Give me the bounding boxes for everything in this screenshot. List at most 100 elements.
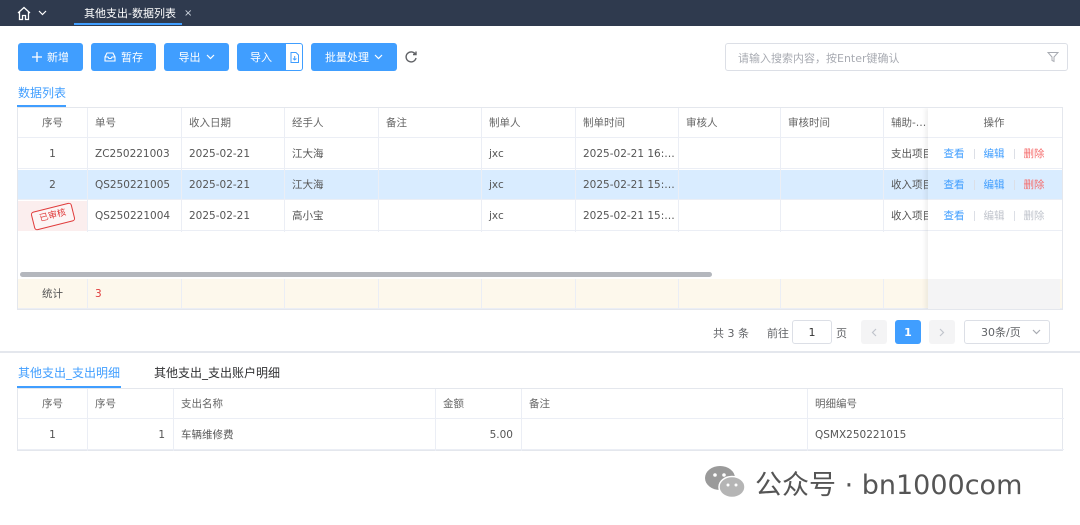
cell-no: ZC250221003 <box>95 148 170 160</box>
summary-count: 3 <box>95 288 102 300</box>
tab-label: 其他支出-数据列表 <box>84 7 176 20</box>
home-icon[interactable] <box>16 6 32 21</box>
detail-table: 序号 序号 支出名称 金额 备注 明细编号 1 1 车辆维修费 5.00 QSM… <box>17 389 1064 451</box>
tab-data-list[interactable]: 数据列表 <box>18 84 66 101</box>
tab-expense-account-detail[interactable]: 其他支出_支出账户明细 <box>154 364 280 381</box>
col-header-expense-name[interactable]: 支出名称 <box>173 389 435 419</box>
divider <box>678 108 679 232</box>
prev-page-button[interactable] <box>861 320 887 344</box>
cell-auditor <box>678 139 780 169</box>
watermark: 公众号 · bn1000com <box>703 460 1022 504</box>
col-header-auditor[interactable]: 审核人 <box>678 108 780 138</box>
edit-link[interactable]: 编辑 <box>975 146 1014 161</box>
search-box <box>725 43 1068 71</box>
col-header-no[interactable]: 单号 <box>87 108 181 138</box>
divider <box>807 389 808 451</box>
cell-handler: 江大海 <box>292 179 324 191</box>
divider <box>378 279 379 309</box>
cell-remark <box>378 139 481 169</box>
wechat-icon <box>705 466 746 499</box>
table-row[interactable]: 1 ZC250221003 2025-02-21 江大海 jxc 2025-02… <box>18 139 1062 169</box>
col-header-handler[interactable]: 经手人 <box>284 108 378 138</box>
export-button[interactable]: 导出 <box>164 43 229 71</box>
cell-seq: 1 <box>158 429 165 441</box>
page-number-button[interactable]: 1 <box>895 320 921 344</box>
col-header-amount[interactable]: 金额 <box>435 389 521 419</box>
cell-audit-time <box>780 139 883 169</box>
watermark-text: 公众号 · bn1000com <box>755 469 1023 501</box>
divider <box>181 108 182 232</box>
cell-remark <box>378 201 481 231</box>
view-link[interactable]: 查看 <box>935 208 974 223</box>
edit-link[interactable]: 编辑 <box>975 177 1014 192</box>
inbox-icon <box>104 52 116 62</box>
chevron-down-icon[interactable] <box>38 10 47 16</box>
main-data-table: 序号 单号 收入日期 经手人 备注 制单人 制单时间 审核人 审核时间 辅助-收… <box>17 108 1063 310</box>
view-link[interactable]: 查看 <box>935 146 974 161</box>
col-header-remark[interactable]: 备注 <box>521 389 807 419</box>
tab-expense-detail[interactable]: 其他支出_支出明细 <box>18 364 120 381</box>
view-link[interactable]: 查看 <box>935 177 974 192</box>
top-bar: 其他支出-数据列表 × <box>0 0 1080 26</box>
cell-aux: 收入项目 <box>891 210 933 222</box>
col-header-index[interactable]: 序号 <box>18 108 87 138</box>
refresh-icon[interactable] <box>404 50 418 64</box>
save-draft-button[interactable]: 暂存 <box>91 43 156 71</box>
table-row[interactable]: 已审核 QS250221004 2025-02-21 高小宝 jxc 2025-… <box>18 201 1062 231</box>
col-header-index[interactable]: 序号 <box>18 389 87 419</box>
import-template-button[interactable] <box>285 43 303 71</box>
table-row[interactable]: 1 1 车辆维修费 5.00 QSMX250221015 <box>18 420 1064 450</box>
delete-link[interactable]: 删除 <box>1015 146 1054 161</box>
panel-splitter[interactable] <box>0 351 1080 353</box>
divider <box>87 279 88 309</box>
col-header-actions: 操作 <box>928 108 1060 138</box>
col-header-date[interactable]: 收入日期 <box>181 108 284 138</box>
plus-icon <box>32 52 42 62</box>
audited-stamp: 已审核 <box>30 202 76 231</box>
divider <box>284 108 285 232</box>
summary-actions-cell <box>928 279 1060 309</box>
cell-make-time: 2025-02-21 15:… <box>583 210 675 222</box>
next-page-button[interactable] <box>929 320 955 344</box>
home-menu[interactable] <box>16 4 50 22</box>
divider <box>87 389 88 451</box>
cell-remark <box>521 420 807 450</box>
batch-process-button[interactable]: 批量处理 <box>311 43 397 71</box>
horizontal-scrollbar[interactable] <box>20 272 712 277</box>
goto-page-input[interactable] <box>792 320 832 344</box>
divider <box>87 108 88 232</box>
cell-date: 2025-02-21 <box>189 210 251 222</box>
cell-aux: 支出项目 <box>891 148 933 160</box>
cell-index: 已审核 <box>18 201 87 231</box>
import-button[interactable]: 导入 <box>237 43 285 71</box>
col-header-detail-code[interactable]: 明细编号 <box>807 389 1063 419</box>
row-actions: 查看 编辑 删除 <box>928 170 1060 200</box>
page-unit-label: 页 <box>836 327 847 340</box>
search-input[interactable] <box>738 49 1038 67</box>
col-header-make-time[interactable]: 制单时间 <box>575 108 678 138</box>
col-header-remark[interactable]: 备注 <box>378 108 481 138</box>
col-header-seq[interactable]: 序号 <box>87 389 173 419</box>
col-header-audit-time[interactable]: 审核时间 <box>780 108 883 138</box>
close-icon[interactable]: × <box>184 8 192 19</box>
cell-index: 1 <box>49 148 56 160</box>
tab-active-indicator <box>74 23 182 25</box>
delete-link-disabled: 删除 <box>1023 210 1045 222</box>
cell-no: QS250221005 <box>95 179 171 191</box>
page-size-select[interactable]: 30条/页 <box>964 320 1050 344</box>
table-header: 序号 单号 收入日期 经手人 备注 制单人 制单时间 审核人 审核时间 辅助-收… <box>18 108 1062 138</box>
table-header: 序号 序号 支出名称 金额 备注 明细编号 <box>18 389 1064 419</box>
cell-detail-code: QSMX250221015 <box>815 429 907 441</box>
col-header-aux[interactable]: 辅助-收入 <box>883 108 933 138</box>
cell-no: QS250221004 <box>95 210 171 222</box>
delete-link[interactable]: 删除 <box>1015 177 1054 192</box>
divider <box>481 108 482 232</box>
cell-expense-name: 车辆维修费 <box>181 429 234 441</box>
col-header-maker[interactable]: 制单人 <box>481 108 575 138</box>
filter-icon[interactable] <box>1047 51 1059 63</box>
chevron-right-icon <box>939 328 945 336</box>
table-row-selected[interactable]: 2 QS250221005 2025-02-21 江大海 jxc 2025-02… <box>18 170 1062 200</box>
cell-auditor <box>678 170 780 200</box>
divider <box>883 108 884 232</box>
add-button[interactable]: 新增 <box>18 43 83 71</box>
